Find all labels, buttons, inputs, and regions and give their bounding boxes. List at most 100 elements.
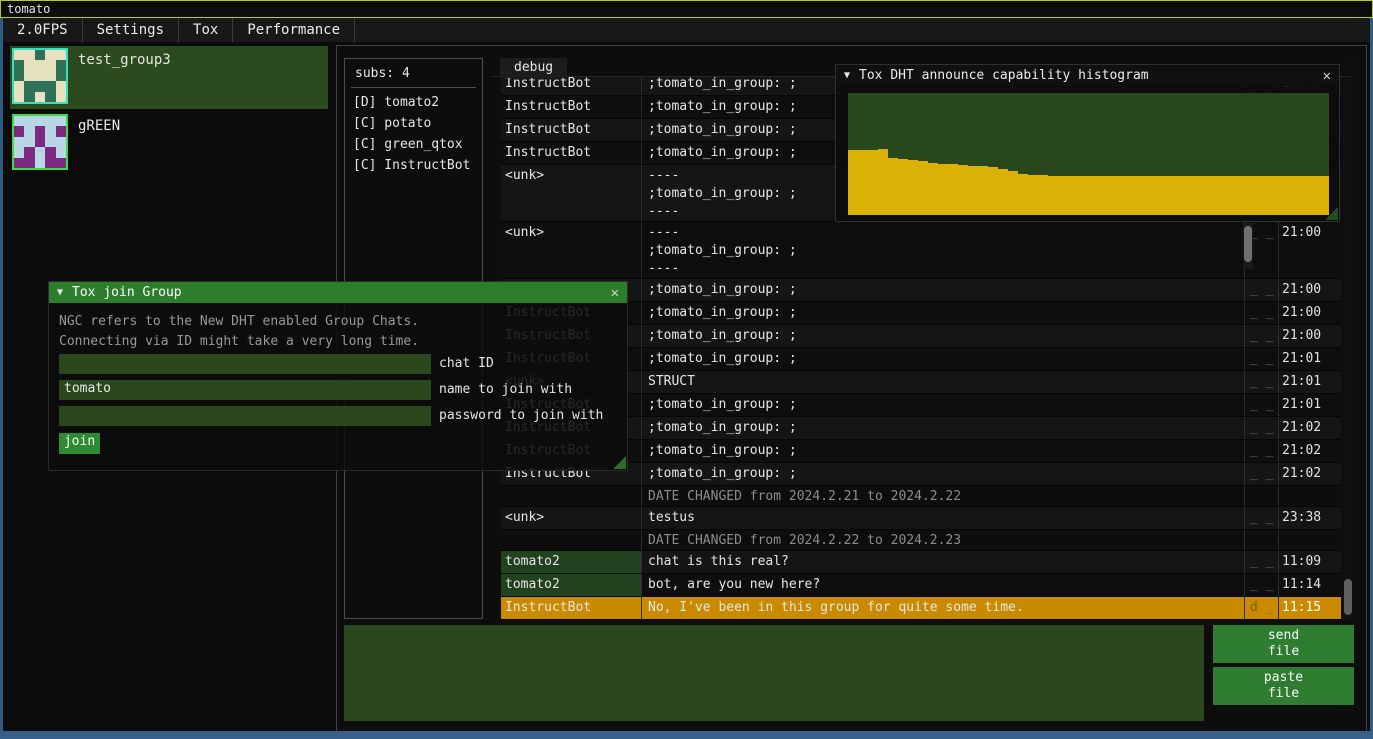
message-text: No, I've been in this group for quite so… (641, 597, 1244, 619)
avatar-pixel (56, 60, 66, 70)
message-flags (1244, 486, 1278, 506)
avatar-pixel (35, 60, 45, 70)
histogram-bar (1038, 175, 1048, 215)
subs-item[interactable]: [C] InstructBot (345, 155, 482, 176)
histogram-bar (1229, 176, 1239, 215)
histogram-bar (1289, 176, 1299, 215)
menu-item-performance[interactable]: Performance (233, 18, 355, 42)
message-time: 11:15 (1278, 597, 1327, 619)
os-titlebar[interactable]: tomato (0, 0, 1373, 18)
avatar-pixel (14, 92, 24, 102)
collapse-arrow-icon[interactable]: ▼ (57, 287, 63, 298)
message-time: 21:01 (1278, 394, 1327, 416)
subs-item[interactable]: [C] green_qtox (345, 134, 482, 155)
paste-file-button[interactable]: paste file (1213, 667, 1354, 705)
resize-grip-icon[interactable] (613, 456, 626, 469)
chat-row[interactable]: <unk>---- ;tomato_in_group: ; ----_ _21:… (501, 222, 1341, 279)
histogram-bar (1008, 171, 1018, 215)
histogram-bar (1068, 176, 1078, 215)
histogram-window-titlebar[interactable]: ▼ Tox DHT announce capability histogram … (836, 65, 1339, 86)
avatar-pixel (24, 50, 34, 60)
chat-id-input[interactable] (59, 354, 431, 374)
chat-row[interactable]: tomato2bot, are you new here?_ _11:14 (501, 574, 1341, 597)
message-flags: _ _ (1244, 325, 1278, 347)
avatar-pixel (56, 50, 66, 60)
close-icon[interactable]: ✕ (1323, 68, 1331, 84)
avatar-pixel (14, 137, 24, 147)
avatar-pixel (35, 126, 45, 136)
chat-row[interactable]: InstructBotNo, I've been in this group f… (501, 597, 1341, 620)
join-window-titlebar[interactable]: ▼ Tox join Group ✕ (49, 282, 627, 303)
group-avatar-icon (12, 114, 68, 170)
date-row[interactable]: DATE CHANGED from 2024.2.22 to 2024.2.23 (501, 530, 1341, 551)
collapse-arrow-icon[interactable]: ▼ (844, 70, 850, 81)
message-text: ;tomato_in_group: ; (641, 417, 1244, 439)
message-flags: _ _ (1244, 348, 1278, 370)
message-flags: _ _ (1244, 394, 1278, 416)
avatar-pixel (56, 137, 66, 147)
join-name-input[interactable]: tomato (59, 380, 431, 400)
date-row[interactable]: DATE CHANGED from 2024.2.21 to 2024.2.22 (501, 486, 1341, 507)
histogram-window-title: Tox DHT announce capability histogram (859, 68, 1149, 83)
tab-debug[interactable]: debug (500, 58, 567, 78)
histogram-bar (888, 158, 898, 215)
avatar-pixel (24, 71, 34, 81)
message-time: 21:00 (1278, 222, 1327, 278)
avatar-pixel (56, 147, 66, 157)
histogram-bar (1179, 176, 1189, 215)
join-description-line1: NGC refers to the New DHT enabled Group … (59, 314, 419, 329)
message-scrollbar-thumb[interactable] (1244, 226, 1252, 262)
message-flags: _ _ (1244, 574, 1278, 596)
group-row-gREEN[interactable]: gREEN (10, 112, 328, 175)
histogram-bar (1028, 175, 1038, 215)
avatar-pixel (45, 116, 55, 126)
menu-item-settings[interactable]: Settings (83, 18, 179, 42)
chat-scrollbar-thumb[interactable] (1344, 579, 1352, 615)
histogram-bar (1259, 176, 1269, 215)
join-description-line2: Connecting via ID might take a very long… (59, 334, 419, 349)
close-icon[interactable]: ✕ (611, 285, 619, 301)
avatar-pixel (45, 137, 55, 147)
subs-item[interactable]: [C] potato (345, 113, 482, 134)
menu-item-tox[interactable]: Tox (179, 18, 233, 42)
subs-list: [D] tomato2[C] potato[C] green_qtox[C] I… (345, 92, 482, 176)
fps-indicator: 2.0FPS (3, 18, 83, 42)
histogram-bar (1279, 176, 1289, 215)
join-password-input[interactable] (59, 406, 431, 426)
histogram-bar (848, 150, 858, 215)
message-input[interactable] (344, 625, 1204, 721)
message-text: ;tomato_in_group: ; (641, 440, 1244, 462)
avatar-pixel (35, 81, 45, 91)
histogram-bar (1098, 176, 1108, 215)
avatar-pixel (45, 126, 55, 136)
avatar-pixel (14, 71, 24, 81)
join-name-label: name to join with (439, 382, 572, 397)
avatar-pixel (14, 147, 24, 157)
histogram-bar (1219, 176, 1229, 215)
histogram-bar (868, 150, 878, 215)
resize-grip-icon[interactable] (1325, 207, 1338, 220)
avatar-pixel (45, 50, 55, 60)
message-author: InstructBot (501, 119, 641, 141)
histogram-bar (1209, 176, 1219, 215)
histogram-bar (1169, 176, 1179, 215)
histogram-bar (1118, 176, 1128, 215)
message-text: testus (641, 507, 1244, 529)
avatar-pixel (14, 126, 24, 136)
histogram-bar (1078, 176, 1088, 215)
chat-row[interactable]: <unk>testus_ _23:38 (501, 507, 1341, 530)
avatar-pixel (56, 126, 66, 136)
avatar-pixel (35, 147, 45, 157)
group-row-test_group3[interactable]: test_group3 (10, 46, 328, 109)
join-button[interactable]: join (59, 433, 100, 454)
message-text: chat is this real? (641, 551, 1244, 573)
message-text: DATE CHANGED from 2024.2.21 to 2024.2.22 (641, 486, 1244, 506)
histogram-bar (1189, 176, 1199, 215)
subs-item[interactable]: [D] tomato2 (345, 92, 482, 113)
chat-row[interactable]: tomato2chat is this real?_ _11:09 (501, 551, 1341, 574)
send-file-button[interactable]: send file (1213, 625, 1354, 663)
histogram-bar (1309, 176, 1319, 215)
avatar-pixel (14, 116, 24, 126)
histogram-bar (958, 165, 968, 215)
avatar-pixel (45, 60, 55, 70)
